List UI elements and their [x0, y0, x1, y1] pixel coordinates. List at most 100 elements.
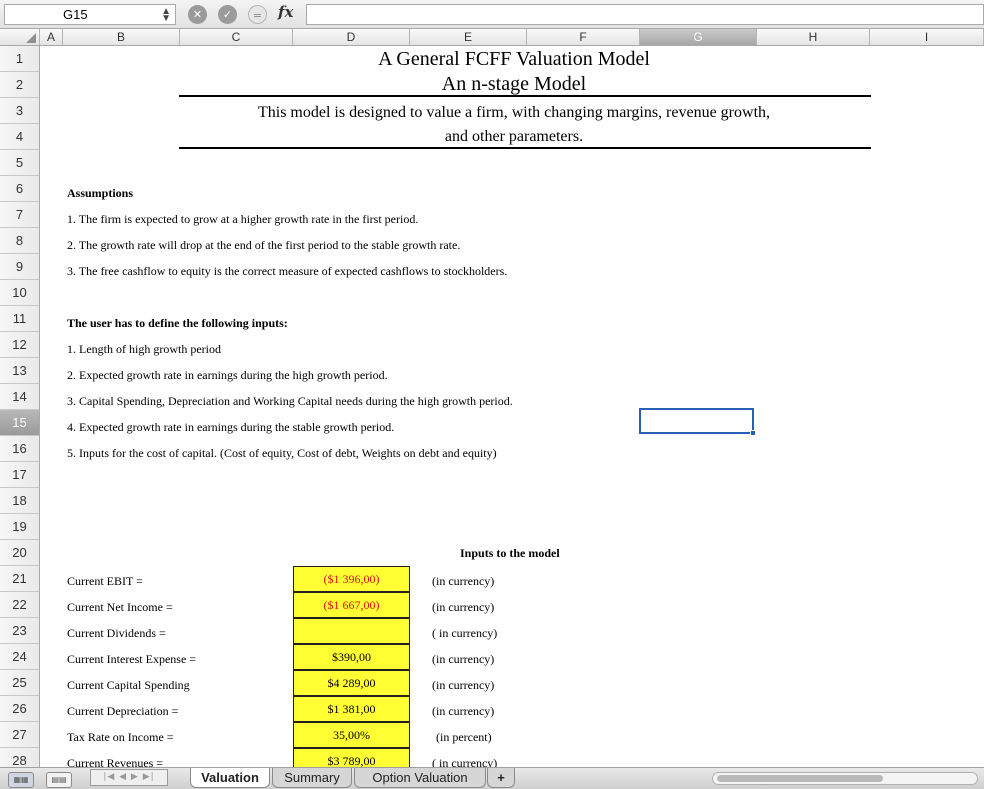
- sheet-subtitle[interactable]: An n-stage Model: [180, 72, 848, 96]
- select-all-corner[interactable]: [0, 29, 40, 45]
- column-header-i[interactable]: I: [870, 29, 984, 45]
- tab-summary[interactable]: Summary: [272, 768, 352, 788]
- name-box-stepper-icon[interactable]: ▲ ▼: [161, 7, 171, 24]
- input-unit[interactable]: (in currency): [432, 698, 494, 724]
- input-unit[interactable]: (in currency): [432, 568, 494, 594]
- column-header: A B C D E F G H I: [0, 29, 984, 46]
- input-cell-capital-spending[interactable]: $4 289,00: [293, 670, 410, 696]
- input-cell-dividends[interactable]: [293, 618, 410, 644]
- row-header-11[interactable]: 11: [0, 306, 39, 332]
- input-cell-net-income[interactable]: ($1 667,00): [293, 592, 410, 618]
- column-header-c[interactable]: C: [180, 29, 293, 45]
- sheet-grid[interactable]: A General FCFF Valuation Model An n-stag…: [40, 46, 984, 767]
- column-header-f[interactable]: F: [527, 29, 640, 45]
- selected-cell-g15[interactable]: [639, 408, 756, 436]
- input-unit[interactable]: (in currency): [432, 594, 494, 620]
- column-header-h[interactable]: H: [757, 29, 870, 45]
- assumptions-heading[interactable]: Assumptions: [67, 180, 133, 206]
- tab-valuation[interactable]: Valuation: [190, 768, 270, 788]
- input-label-net-income[interactable]: Current Net Income =: [67, 594, 173, 620]
- user-input-item[interactable]: 2. Expected growth rate in earnings duri…: [67, 362, 388, 388]
- row-header-9[interactable]: 9: [0, 254, 39, 280]
- input-label-interest-expense[interactable]: Current Interest Expense =: [67, 646, 196, 672]
- row-header-6[interactable]: 6: [0, 176, 39, 202]
- row-header-18[interactable]: 18: [0, 488, 39, 514]
- page-layout-view-icon[interactable]: ▤▤: [46, 772, 72, 788]
- row-header-27[interactable]: 27: [0, 722, 39, 748]
- horizontal-scroll-thumb[interactable]: [717, 775, 883, 782]
- row-header-14[interactable]: 14: [0, 384, 39, 410]
- row-header-16[interactable]: 16: [0, 436, 39, 462]
- input-label-ebit[interactable]: Current EBIT =: [67, 568, 143, 594]
- user-input-item[interactable]: 5. Inputs for the cost of capital. (Cost…: [67, 440, 497, 466]
- fx-icon[interactable]: fx: [278, 3, 293, 21]
- name-box-value: G15: [63, 7, 88, 22]
- input-unit[interactable]: ( in currency): [432, 750, 497, 767]
- normal-view-icon[interactable]: ▦▦: [8, 772, 34, 788]
- input-unit[interactable]: (in currency): [432, 646, 494, 672]
- row-header-5[interactable]: 5: [0, 150, 39, 176]
- row-header-24[interactable]: 24: [0, 644, 39, 670]
- column-header-g[interactable]: G: [640, 29, 757, 45]
- row-header-17[interactable]: 17: [0, 462, 39, 488]
- user-input-item[interactable]: 4. Expected growth rate in earnings duri…: [67, 414, 394, 440]
- input-unit[interactable]: (in currency): [432, 672, 494, 698]
- column-header-b[interactable]: B: [63, 29, 180, 45]
- cancel-icon[interactable]: ✕: [188, 5, 207, 24]
- user-input-item[interactable]: 3. Capital Spending, Depreciation and Wo…: [67, 388, 513, 414]
- row-header-8[interactable]: 8: [0, 228, 39, 254]
- input-cell-tax-rate[interactable]: 35,00%: [293, 722, 410, 748]
- tab-navigation-arrows-icon[interactable]: |◀ ◀ ▶ ▶|: [90, 769, 168, 786]
- model-inputs-heading[interactable]: Inputs to the model: [460, 540, 560, 566]
- input-label-capital-spending[interactable]: Current Capital Spending: [67, 672, 190, 698]
- row-header-22[interactable]: 22: [0, 592, 39, 618]
- horizontal-scrollbar[interactable]: [712, 772, 978, 785]
- description-line-2[interactable]: and other parameters.: [180, 126, 848, 148]
- row-header-4[interactable]: 4: [0, 124, 39, 150]
- input-label-revenues[interactable]: Current Revenues =: [67, 750, 163, 767]
- row-header-15[interactable]: 15: [0, 410, 39, 436]
- input-unit[interactable]: ( in currency): [432, 620, 497, 646]
- assumption-item[interactable]: 2. The growth rate will drop at the end …: [67, 232, 460, 258]
- row-header-10[interactable]: 10: [0, 280, 39, 306]
- sheet-tab-bar: ▦▦ ▤▤ |◀ ◀ ▶ ▶| Valuation Summary Option…: [0, 767, 984, 789]
- input-label-tax-rate[interactable]: Tax Rate on Income =: [67, 724, 174, 750]
- row-header-12[interactable]: 12: [0, 332, 39, 358]
- row-header-26[interactable]: 26: [0, 696, 39, 722]
- formula-input[interactable]: [306, 4, 984, 25]
- row-header-20[interactable]: 20: [0, 540, 39, 566]
- user-inputs-heading[interactable]: The user has to define the following inp…: [67, 310, 288, 336]
- row-header-19[interactable]: 19: [0, 514, 39, 540]
- row-header-23[interactable]: 23: [0, 618, 39, 644]
- column-header-e[interactable]: E: [410, 29, 527, 45]
- description-line-1[interactable]: This model is designed to value a firm, …: [180, 102, 848, 124]
- title-rule-top: [179, 95, 871, 97]
- insert-function-icon[interactable]: =: [248, 5, 267, 24]
- row-header-21[interactable]: 21: [0, 566, 39, 592]
- formula-bar: G15 ▲ ▼ ✕ ✓ = fx: [0, 0, 984, 29]
- assumption-item[interactable]: 1. The firm is expected to grow at a hig…: [67, 206, 418, 232]
- input-unit[interactable]: (in percent): [436, 724, 492, 750]
- add-sheet-button[interactable]: +: [487, 768, 515, 788]
- input-cell-ebit[interactable]: ($1 396,00): [293, 566, 410, 592]
- column-header-d[interactable]: D: [293, 29, 410, 45]
- name-box[interactable]: G15 ▲ ▼: [4, 4, 176, 25]
- tab-option-valuation[interactable]: Option Valuation: [354, 768, 486, 788]
- confirm-icon[interactable]: ✓: [218, 5, 237, 24]
- input-cell-interest-expense[interactable]: $390,00: [293, 644, 410, 670]
- row-header-13[interactable]: 13: [0, 358, 39, 384]
- assumption-item[interactable]: 3. The free cashflow to equity is the co…: [67, 258, 507, 284]
- input-cell-revenues[interactable]: $3 789,00: [293, 748, 410, 767]
- input-cell-depreciation[interactable]: $1 381,00: [293, 696, 410, 722]
- fill-handle[interactable]: [750, 430, 756, 436]
- column-header-a[interactable]: A: [40, 29, 63, 45]
- row-header-7[interactable]: 7: [0, 202, 39, 228]
- sheet-title[interactable]: A General FCFF Valuation Model: [180, 47, 848, 71]
- input-label-dividends[interactable]: Current Dividends =: [67, 620, 166, 646]
- row-header-3[interactable]: 3: [0, 98, 39, 124]
- row-header-1[interactable]: 1: [0, 46, 39, 72]
- user-input-item[interactable]: 1. Length of high growth period: [67, 336, 221, 362]
- input-label-depreciation[interactable]: Current Depreciation =: [67, 698, 178, 724]
- row-header-2[interactable]: 2: [0, 72, 39, 98]
- row-header-25[interactable]: 25: [0, 670, 39, 696]
